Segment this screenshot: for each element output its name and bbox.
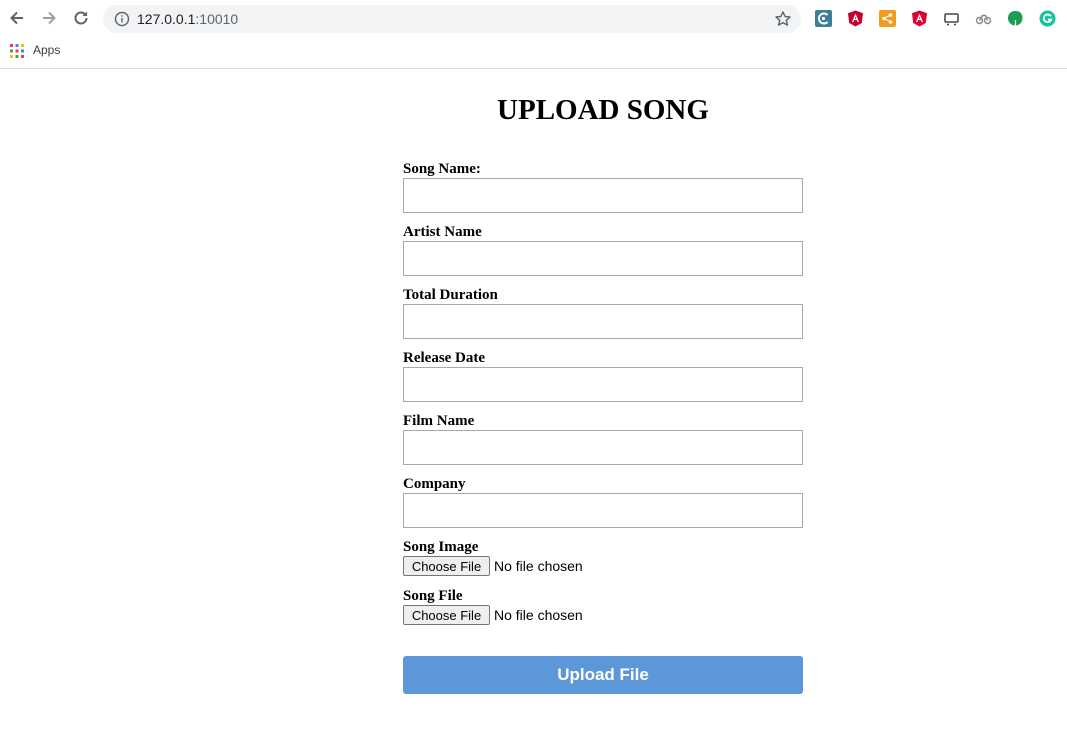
angular-icon[interactable] — [911, 10, 928, 27]
bookmarks-bar: Apps — [0, 38, 1067, 69]
reload-icon — [74, 11, 88, 25]
total-duration-label: Total Duration — [403, 287, 498, 303]
song-file-label: Song File — [403, 588, 463, 604]
film-name-label: Film Name — [403, 413, 475, 429]
display-icon[interactable] — [943, 10, 960, 27]
back-button[interactable] — [6, 7, 28, 29]
song-image-label: Song Image — [403, 539, 479, 555]
song-name-label: Song Name: — [403, 161, 481, 177]
company-input[interactable] — [403, 493, 803, 528]
song-image-file-status: No file chosen — [494, 558, 583, 574]
address-bar[interactable]: 127.0.0.1:10010 — [103, 5, 801, 33]
cycle-icon[interactable] — [975, 10, 992, 27]
info-icon[interactable] — [114, 11, 130, 27]
browser-toolbar: 127.0.0.1:10010 — [0, 0, 1067, 38]
artist-name-label: Artist Name — [403, 224, 482, 240]
share-icon[interactable] — [879, 10, 896, 27]
grammarly-icon[interactable] — [1039, 10, 1056, 27]
upload-file-button[interactable]: Upload File — [403, 656, 803, 694]
film-name-input[interactable] — [403, 430, 803, 465]
forward-button[interactable] — [38, 7, 60, 29]
url-host: 127.0.0.1 — [137, 11, 196, 27]
reload-button[interactable] — [70, 7, 92, 29]
bookmark-apps[interactable]: Apps — [33, 43, 60, 57]
song-file-choose-file-button[interactable]: Choose File — [403, 605, 490, 625]
url-text[interactable]: 127.0.0.1:10010 — [137, 11, 238, 27]
arrow-left-icon — [10, 11, 23, 25]
total-duration-input[interactable] — [403, 304, 803, 339]
star-icon[interactable] — [774, 10, 792, 28]
leaf-icon[interactable] — [1007, 10, 1024, 27]
release-date-label: Release Date — [403, 350, 486, 366]
company-label: Company — [403, 476, 466, 492]
artist-name-input[interactable] — [403, 241, 803, 276]
apps-grid-icon[interactable] — [10, 44, 24, 58]
release-date-input[interactable] — [403, 367, 803, 402]
page-title: UPLOAD SONG — [497, 94, 709, 126]
url-port: :10010 — [195, 11, 239, 27]
arrow-right-icon — [43, 11, 56, 25]
angular-icon[interactable] — [847, 10, 864, 27]
song-file-file-status: No file chosen — [494, 607, 583, 623]
song-name-input[interactable] — [403, 178, 803, 213]
song-image-choose-file-button[interactable]: Choose File — [403, 556, 490, 576]
chrome-ext-icon[interactable] — [815, 10, 832, 27]
